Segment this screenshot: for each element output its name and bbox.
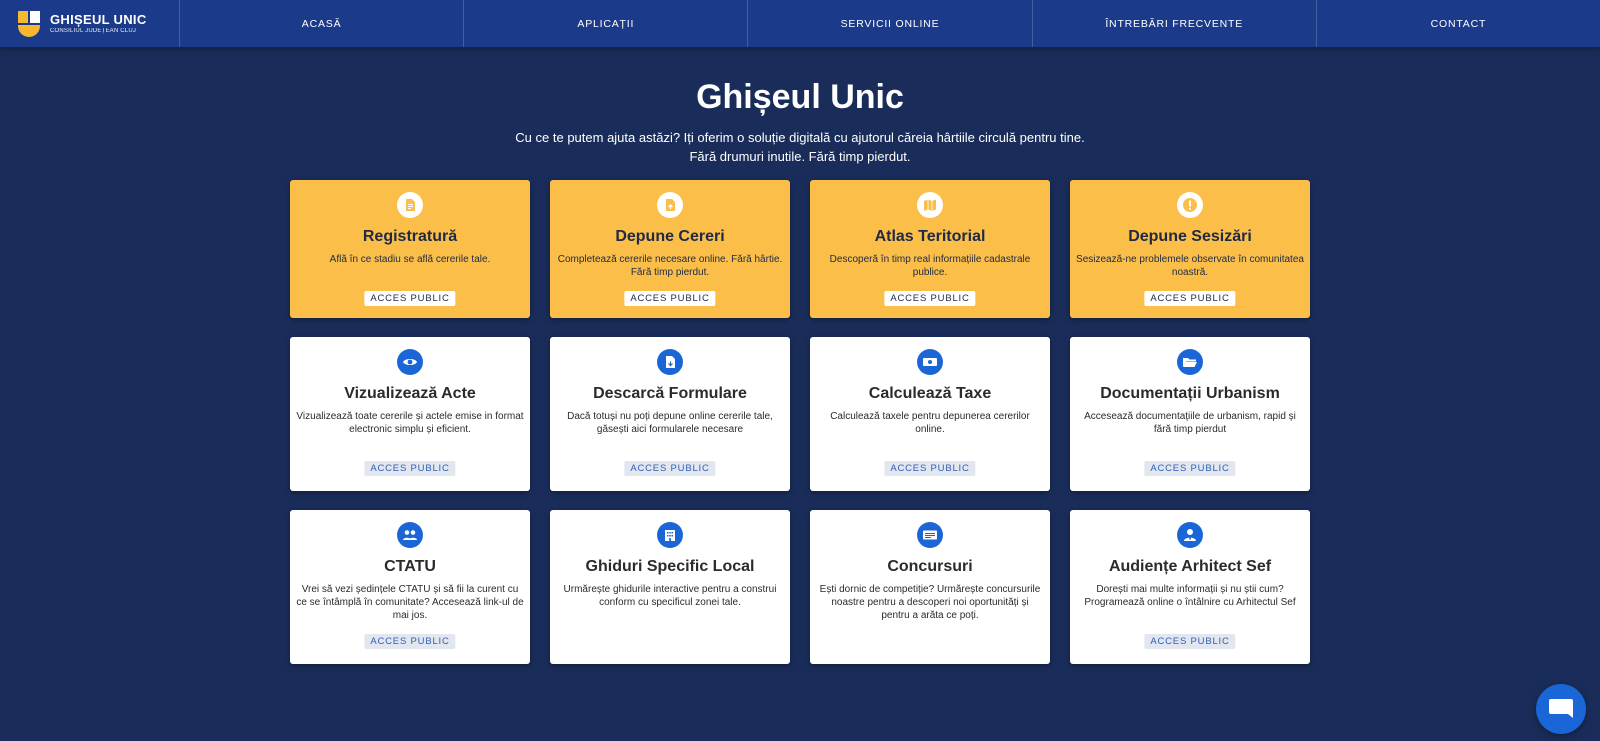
building-icon [657,522,683,548]
card-description: Vizualizează toate cererile și actele em… [296,411,524,435]
card-title: Audiențe Arhitect Sef [1108,558,1272,575]
logo-mark-icon [18,10,40,37]
card-title: Ghiduri Specific Local [585,558,755,575]
id-card-icon [917,522,943,548]
nav-item-servicii-online[interactable]: SERVICII ONLINE [748,0,1033,47]
card-concursuri[interactable]: Concursuri Ești dornic de competiție? Ur… [810,510,1050,664]
card-audiente-arhitect-sef[interactable]: Audiențe Arhitect Sef Dorești mai multe … [1070,510,1310,664]
access-badge[interactable]: ACCES PUBLIC [1144,634,1236,649]
card-description: Dacă totuși nu poți depune online cereri… [567,411,773,435]
subtitle-line-1: Cu ce te putem ajuta astăzi? Iți oferim … [515,130,1085,145]
document-icon [397,192,423,218]
card-title: Documentații Urbanism [1100,385,1280,402]
money-icon [917,349,943,375]
card-description: Calculează taxele pentru depunerea cerer… [830,411,1030,435]
page-subtitle: Cu ce te putem ajuta astăzi? Iți oferim … [0,128,1600,166]
alert-icon [1177,192,1203,218]
card-description: Sesizează-ne problemele observate în com… [1076,254,1304,278]
logo-subtitle: CONSILIUL JUDEȚEAN CLUJ [50,27,137,34]
access-badge[interactable]: ACCES PUBLIC [1144,291,1236,306]
card-vizualizeaza-acte[interactable]: Vizualizează Acte Vizualizează toate cer… [290,337,530,491]
card-title: Descarcă Formulare [593,385,747,402]
chat-button[interactable] [1536,684,1586,734]
card-atlas-teritorial[interactable]: Atlas Teritorial Descoperă în timp real … [810,180,1050,318]
site-logo[interactable]: GHIȘEUL UNIC CONSILIUL JUDEȚEAN CLUJ [0,0,180,47]
access-badge[interactable]: ACCES PUBLIC [624,291,716,306]
access-badge[interactable]: ACCES PUBLIC [1144,461,1236,476]
top-navbar: GHIȘEUL UNIC CONSILIUL JUDEȚEAN CLUJ ACA… [0,0,1600,47]
file-upload-icon [657,192,683,218]
main-nav: ACASĂ APLICAȚII SERVICII ONLINE ÎNTREBĂR… [180,0,1600,47]
access-badge[interactable]: ACCES PUBLIC [624,461,716,476]
card-depune-sesizari[interactable]: Depune Sesizări Sesizează-ne problemele … [1070,180,1310,318]
logo-title: GHIȘEUL UNIC [50,11,147,27]
subtitle-line-2: Fără drumuri inutile. Fără timp pierdut. [689,149,911,164]
nav-item-contact[interactable]: CONTACT [1317,0,1600,47]
card-calculeaza-taxe[interactable]: Calculează Taxe Calculează taxele pentru… [810,337,1050,491]
folder-open-icon [1177,349,1203,375]
card-depune-cereri[interactable]: Depune Cereri Completează cererile neces… [550,180,790,318]
card-description: Dorești mai multe informații și nu știi … [1084,584,1296,608]
access-badge[interactable]: ACCES PUBLIC [884,461,976,476]
map-icon [917,192,943,218]
file-download-icon [657,349,683,375]
nav-item-aplicatii[interactable]: APLICAȚII [464,0,749,47]
card-ctatu[interactable]: CTATU Vrei să vezi ședințele CTATU și să… [290,510,530,664]
card-description: Completează cererile necesare online. Fă… [557,254,783,278]
card-title: Concursuri [887,558,973,575]
card-title: Depune Sesizări [1128,228,1252,245]
card-title: Vizualizează Acte [344,385,476,402]
card-descarca-formulare[interactable]: Descarcă Formulare Dacă totuși nu poți d… [550,337,790,491]
card-description: Urmărește ghidurile interactive pentru a… [563,584,777,608]
access-badge[interactable]: ACCES PUBLIC [364,461,456,476]
card-title: Depune Cereri [615,228,725,245]
nav-item-acasa[interactable]: ACASĂ [180,0,465,47]
card-description: Ești dornic de competiție? Urmărește con… [819,584,1041,621]
card-title: Calculează Taxe [868,385,992,402]
card-title: CTATU [384,558,436,575]
chat-icon [1549,699,1573,718]
card-description: Vrei să vezi ședințele CTATU și să fii l… [296,584,524,621]
nav-item-intrebari-frecvente[interactable]: ÎNTREBĂRI FRECVENTE [1033,0,1317,47]
card-description: Află în ce stadiu se află cererile tale. [329,254,491,265]
card-documentatii-urbanism[interactable]: Documentații Urbanism Accesează document… [1070,337,1310,491]
eye-icon [397,349,423,375]
card-title: Atlas Teritorial [874,228,986,245]
access-badge[interactable]: ACCES PUBLIC [364,634,456,649]
card-description: Descoperă în timp real informațiile cada… [829,254,1031,278]
access-badge[interactable]: ACCES PUBLIC [884,291,976,306]
card-description: Accesează documentațiile de urbanism, ra… [1084,411,1296,435]
card-registratura[interactable]: Registratură Află în ce stadiu se află c… [290,180,530,318]
page-title: Ghișeul Unic [696,78,904,116]
user-tie-icon [1177,522,1203,548]
card-ghiduri-specific-local[interactable]: Ghiduri Specific Local Urmărește ghiduri… [550,510,790,664]
card-title: Registratură [362,228,458,245]
access-badge[interactable]: ACCES PUBLIC [364,291,456,306]
services-grid: Registratură Află în ce stadiu se află c… [290,180,1310,664]
users-icon [397,522,423,548]
